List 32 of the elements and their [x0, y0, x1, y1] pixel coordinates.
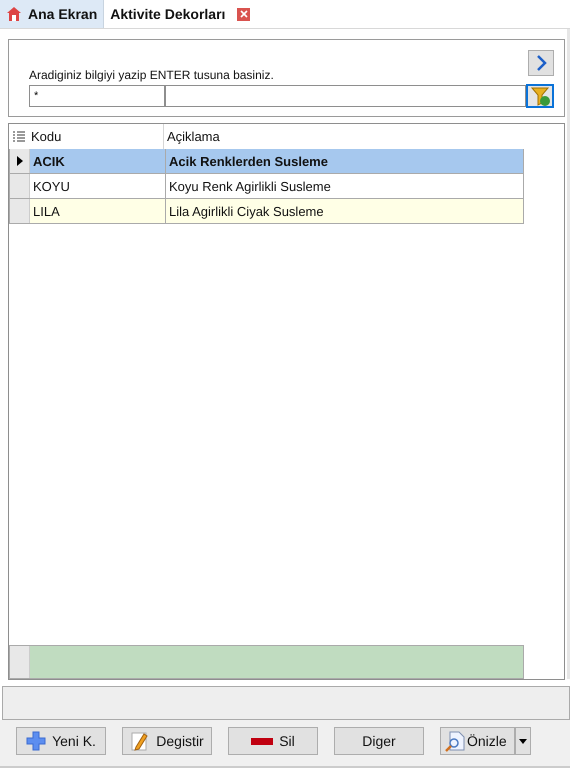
home-icon	[6, 6, 22, 22]
toolbar-button[interactable]: Diger	[334, 727, 424, 755]
table-cell-text: LILA	[32, 202, 61, 220]
table-cell-text: KOYU	[32, 178, 71, 196]
search-text-field[interactable]	[165, 85, 526, 107]
toolbar-button[interactable]: Önizle	[440, 727, 515, 755]
dropdown-button[interactable]	[515, 727, 531, 755]
toolbar-button[interactable]: Sil	[228, 727, 318, 755]
toolbar-button[interactable]: Degistir	[122, 727, 212, 755]
filter-button[interactable]	[526, 84, 554, 108]
table-cell: Acik Renklerden Susleme	[165, 149, 523, 173]
chevron-right-icon	[536, 55, 546, 71]
column-header: Kodu	[30, 129, 62, 144]
search-hint: Aradiginiz bilgiyi yazip ENTER tusuna basiniz.	[29, 68, 275, 82]
toolbar-button[interactable]: Yeni K.	[16, 727, 106, 755]
caret-icon	[519, 738, 527, 744]
minus-icon	[251, 738, 274, 744]
list-icon	[12, 131, 24, 142]
funnel-icon	[530, 86, 550, 106]
table-cell: Lila Agirlikli Ciyak Susleme	[165, 199, 523, 223]
pencil-icon	[130, 731, 150, 751]
close-icon[interactable]	[237, 8, 250, 20]
table-cell: Koyu Renk Agirlikli Susleme	[165, 174, 523, 198]
search-code-field[interactable]: *	[29, 85, 165, 107]
table-row[interactable]: LILA Lila Agirlikli Ciyak Susleme	[9, 199, 524, 224]
row-pointer-icon	[16, 156, 22, 166]
next-button[interactable]	[528, 50, 554, 76]
preview-icon	[445, 730, 465, 752]
tab[interactable]: Ana Ekran	[0, 0, 104, 28]
table-row[interactable]: ACIK Acik Renklerden Susleme	[9, 149, 524, 174]
plus-icon	[26, 731, 46, 751]
table-cell-text: ACIK	[32, 152, 66, 170]
